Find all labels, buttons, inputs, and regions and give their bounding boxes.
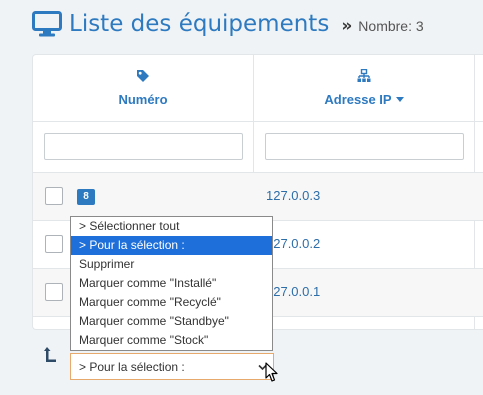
- row-checkbox[interactable]: [45, 235, 63, 253]
- header-divider: [33, 121, 483, 122]
- column-header-label: Numéro: [118, 92, 168, 107]
- mouse-cursor-icon: [265, 362, 278, 382]
- bulk-action-selected-value: > Pour la sélection :: [79, 360, 185, 374]
- column-header-numero[interactable]: Numéro: [33, 55, 253, 121]
- row-checkbox[interactable]: [45, 187, 63, 205]
- number-badge: 8: [77, 189, 95, 205]
- row-checkbox[interactable]: [45, 283, 63, 301]
- network-icon: [357, 69, 371, 82]
- caret-down-icon[interactable]: [395, 97, 404, 102]
- option-mark-stock[interactable]: Marquer comme "Stock": [71, 331, 272, 350]
- option-mark-standby[interactable]: Marquer comme "Standbye": [71, 312, 272, 331]
- numero-filter-input[interactable]: [44, 133, 243, 160]
- page-header: Liste des équipements » Nombre: 3: [32, 8, 424, 40]
- ip-filter-input[interactable]: [265, 133, 464, 160]
- option-select-all[interactable]: > Sélectionner tout: [71, 217, 272, 236]
- ip-address-link[interactable]: 127.0.0.1: [266, 284, 320, 299]
- page-title: Liste des équipements: [69, 11, 330, 37]
- option-mark-installed[interactable]: Marquer comme "Installé": [71, 274, 272, 293]
- ip-address-link[interactable]: 127.0.0.2: [266, 236, 320, 251]
- item-count: Nombre: 3: [358, 18, 424, 34]
- select-all-arrow-icon: [44, 347, 56, 362]
- tag-icon: [137, 70, 149, 82]
- option-mark-recycled[interactable]: Marquer comme "Recyclé": [71, 293, 272, 312]
- column-header-label: Adresse IP: [324, 92, 392, 107]
- option-for-selection[interactable]: > Pour la sélection :: [71, 236, 272, 255]
- ip-address-link[interactable]: 127.0.0.3: [266, 188, 320, 203]
- bulk-action-dropdown: > Sélectionner tout > Pour la sélection …: [70, 216, 273, 351]
- table-row[interactable]: 8 127.0.0.3: [33, 173, 483, 220]
- breadcrumb-separator: »: [341, 15, 353, 36]
- desktop-monitor-icon: [32, 11, 62, 37]
- bulk-action-select[interactable]: > Pour la sélection :: [70, 353, 274, 380]
- option-delete[interactable]: Supprimer: [71, 255, 272, 274]
- column-header-adresse-ip[interactable]: Adresse IP: [254, 55, 474, 121]
